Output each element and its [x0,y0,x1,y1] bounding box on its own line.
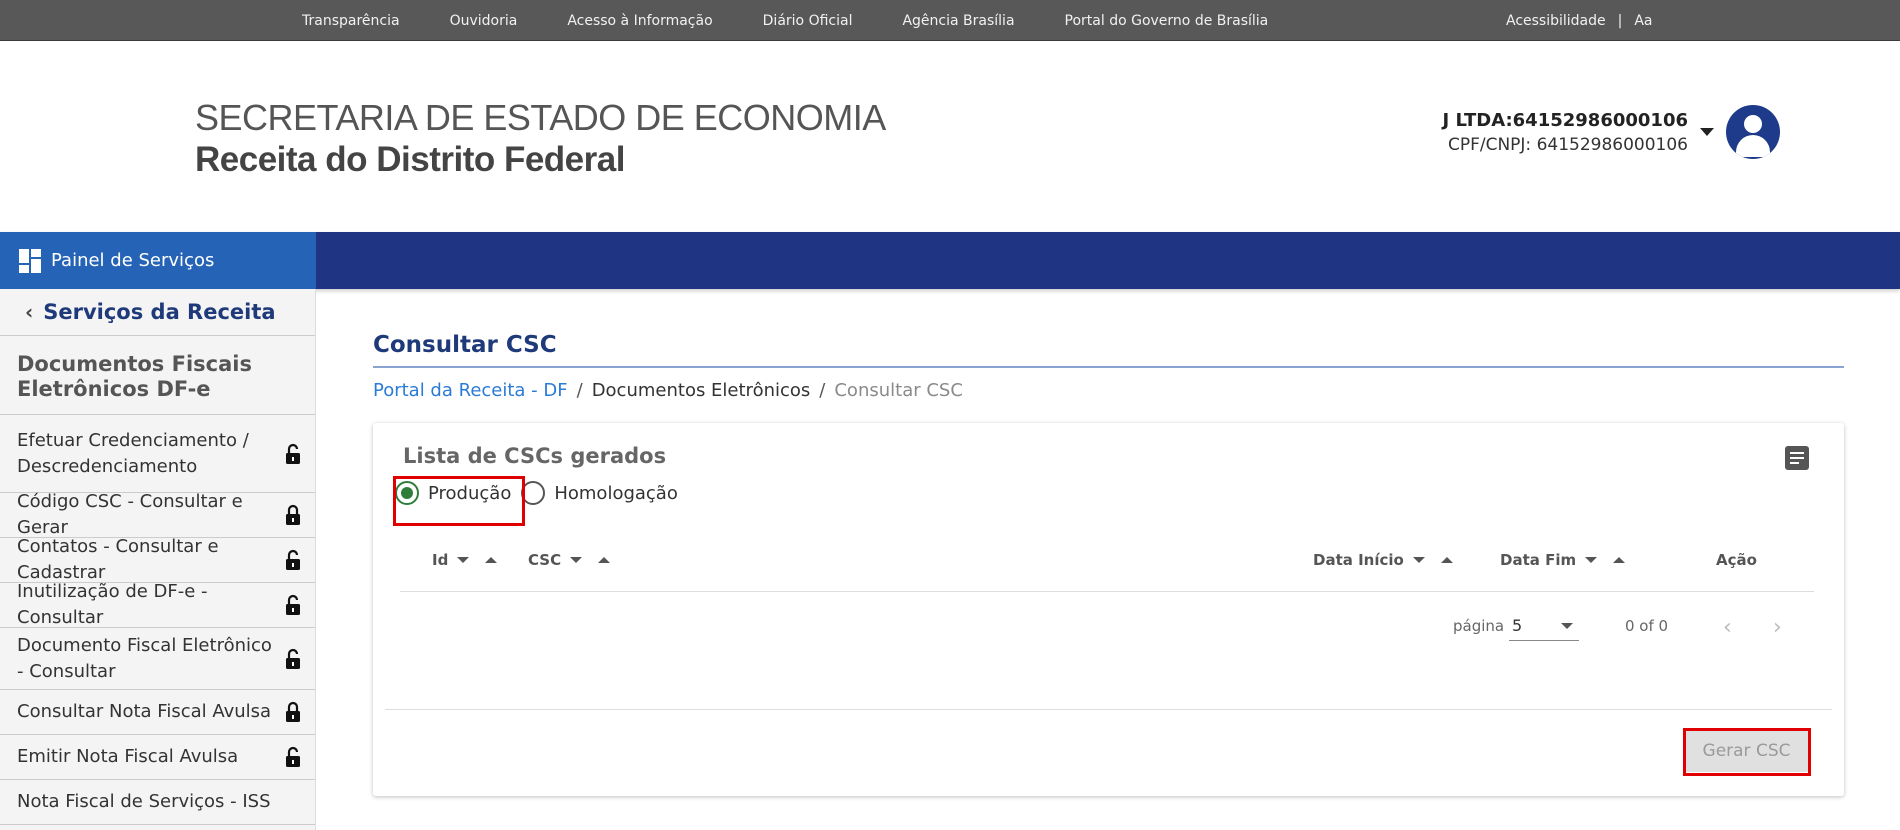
link-diario-oficial[interactable]: Diário Oficial [763,13,853,29]
col-csc-label: CSC [528,551,562,569]
card-title: Lista de CSCs gerados [403,444,667,468]
radio-homologacao-label: Homologação [554,482,678,504]
link-agencia-brasilia[interactable]: Agência Brasília [902,13,1014,29]
chevron-down-icon[interactable] [1700,128,1714,136]
accessibility-links: Acessibilidade | Aa [1506,0,1653,41]
sidebar-item-label: Inutilização de DF-e - Consultar [17,581,208,628]
col-id[interactable]: Id [432,551,498,569]
sidebar-section-header: Documentos Fiscais Eletrônicos DF-e [0,336,315,415]
breadcrumb-sep: / [819,380,826,401]
sort-asc-icon[interactable] [1613,557,1626,563]
sort-desc-icon[interactable] [570,557,583,563]
sidebar-item[interactable]: Inutilização de DF-e - Consultar [0,581,315,628]
sort-desc-icon[interactable] [457,557,470,563]
separator: | [1617,12,1623,29]
sort-desc-icon[interactable] [1412,557,1425,563]
table-header: Id CSC Data Início Data Fim Ação [400,538,1814,592]
breadcrumb: Portal da Receita - DF / Documentos Elet… [373,380,1844,401]
main-nav-bar: Painel de Serviços [0,232,1900,289]
paginator: página 5 0 of 0 ‹ › [373,611,1844,641]
link-transparencia[interactable]: Transparência [302,13,400,29]
sidebar-item-label: Nota Fiscal de Serviços - ISS [17,791,271,812]
painel-servicos-button[interactable]: Painel de Serviços [0,232,316,289]
unlock-icon [286,594,300,615]
sidebar-item[interactable]: Emitir Nota Fiscal Avulsa [0,735,315,780]
header-title-secretaria: SECRETARIA DE ESTADO DE ECONOMIA [195,97,886,138]
sidebar-back-label: Serviços da Receita [43,300,276,324]
col-acao-label: Ação [1716,551,1757,569]
lock-icon [286,504,300,525]
list-view-icon[interactable] [1785,446,1809,470]
chevron-right-icon[interactable]: › [1773,615,1782,640]
font-size-toggle[interactable]: Aa [1634,13,1652,29]
radio-homologacao[interactable]: Homologação [521,481,678,505]
sidebar-item[interactable]: Efetuar Credenciamento / Descredenciamen… [0,415,315,493]
unlock-icon [286,443,300,464]
sidebar: ‹ Serviços da Receita Documentos Fiscais… [0,289,316,830]
chevron-left-icon[interactable]: ‹ [1723,615,1732,640]
page-size-value: 5 [1512,616,1523,635]
unlock-icon [286,746,300,767]
user-document: CPF/CNPJ: 64152986000106 [1447,134,1688,155]
sort-asc-icon[interactable] [485,557,498,563]
breadcrumb-current: Consultar CSC [834,380,963,401]
breadcrumb-documentos[interactable]: Documentos Eletrônicos [592,380,811,401]
main-content: Consultar CSC Portal da Receita - DF / D… [373,330,1844,796]
sort-desc-icon[interactable] [1585,557,1598,563]
site-header: SECRETARIA DE ESTADO DE ECONOMIA Receita… [0,41,1900,232]
gov-links: Transparência Ouvidoria Acesso à Informa… [302,0,1318,41]
sidebar-item-label: Documento Fiscal Eletrônico - Consultar [17,634,272,682]
user-info: J LTDA:64152986000106 CPF/CNPJ: 64152986… [1443,110,1688,155]
painel-servicos-label: Painel de Serviços [51,250,215,271]
sidebar-item[interactable]: Consultar Nota Fiscal Avulsa [0,690,315,735]
avatar-head [1744,115,1762,133]
breadcrumb-sep: / [576,380,583,401]
link-ouvidoria[interactable]: Ouvidoria [450,13,518,29]
sidebar-item-label: Emitir Nota Fiscal Avulsa [17,746,239,767]
col-acao: Ação [1716,551,1757,569]
page-title: Consultar CSC [373,330,1844,368]
sidebar-item[interactable]: Nota Fiscal de Serviços - ISS [0,780,315,825]
col-data-fim-label: Data Fim [1500,551,1577,569]
col-data-inicio-label: Data Início [1313,551,1404,569]
lock-icon [286,701,300,722]
card-divider [385,709,1832,710]
sidebar-item[interactable]: Contatos - Consultar e Cadastrar [0,536,315,583]
user-avatar-icon[interactable] [1726,105,1780,159]
highlight-producao [393,476,525,526]
breadcrumb-portal[interactable]: Portal da Receita - DF [373,380,568,401]
user-menu[interactable]: J LTDA:64152986000106 CPF/CNPJ: 64152986… [1443,105,1780,159]
sidebar-item[interactable]: Documento Fiscal Eletrônico - Consultar [0,628,315,690]
link-acesso-informacao[interactable]: Acesso à Informação [567,13,712,29]
sidebar-back-link[interactable]: ‹ Serviços da Receita [0,289,315,336]
unlock-icon [286,549,300,570]
sort-asc-icon[interactable] [1440,557,1453,563]
sidebar-item[interactable]: Código CSC - Consultar e Gerar [0,491,315,538]
col-id-label: Id [432,551,449,569]
link-acessibilidade[interactable]: Acessibilidade [1506,13,1606,29]
avatar-body [1736,135,1770,157]
sidebar-item-label: Efetuar Credenciamento / Descredenciamen… [17,429,249,477]
sidebar-section-title: Documentos Fiscais Eletrônicos DF-e [17,352,252,401]
page-size-select[interactable]: 5 [1509,611,1579,641]
page-size-label: página [1453,617,1505,635]
col-data-fim[interactable]: Data Fim [1500,551,1626,569]
highlight-gerar-csc [1683,728,1811,776]
col-data-inicio[interactable]: Data Início [1313,551,1453,569]
page-range: 0 of 0 [1625,617,1669,635]
link-portal-governo[interactable]: Portal do Governo de Brasília [1065,13,1269,29]
sort-asc-icon[interactable] [598,557,611,563]
dropdown-arrow-icon [1561,623,1573,629]
col-csc[interactable]: CSC [528,551,611,569]
unlock-icon [286,648,300,669]
dashboard-grid-icon [19,248,43,273]
chevron-left-icon: ‹ [25,300,34,324]
csc-list-card: Lista de CSCs gerados Produção Homologaç… [373,423,1844,796]
header-title-receita: Receita do Distrito Federal [195,140,625,179]
user-name: J LTDA:64152986000106 [1442,109,1688,131]
gov-top-bar: Transparência Ouvidoria Acesso à Informa… [0,0,1900,41]
sidebar-item-label: Consultar Nota Fiscal Avulsa [17,701,272,722]
